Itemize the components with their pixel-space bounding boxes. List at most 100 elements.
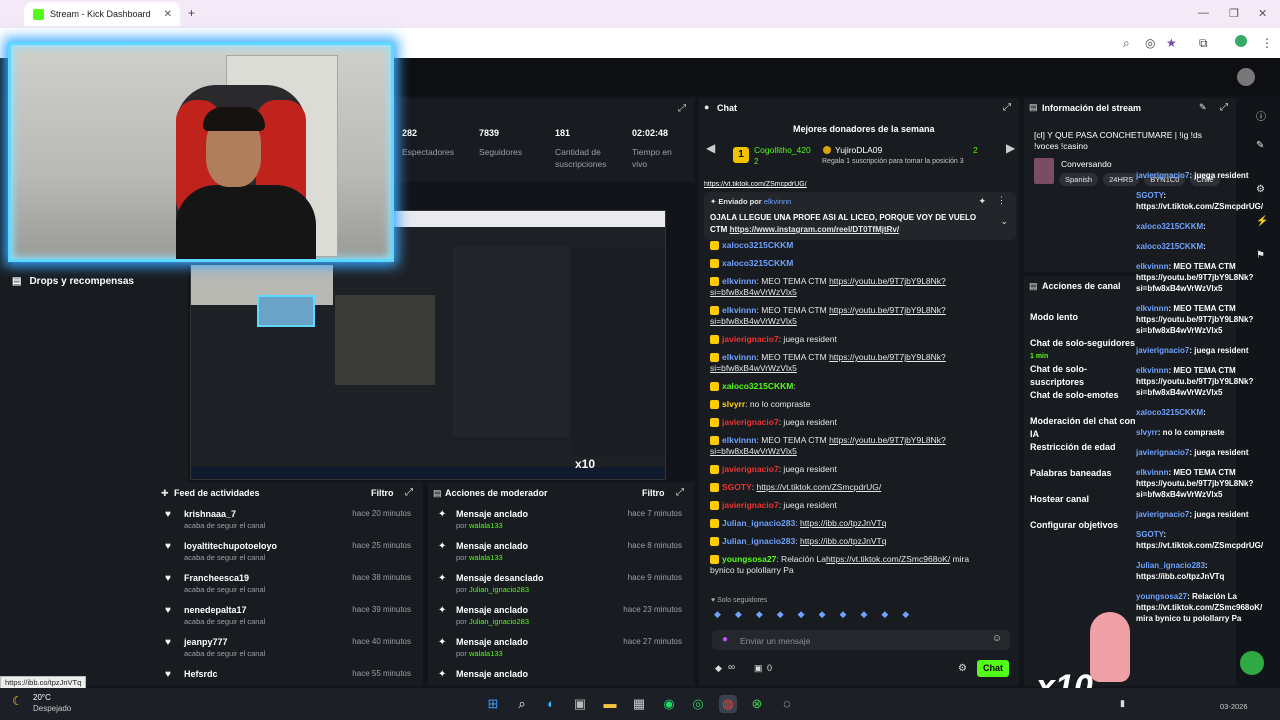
- chat-message[interactable]: javierignacio7: juega resident: [710, 464, 994, 475]
- app-icon[interactable]: ◌: [778, 695, 796, 713]
- chat-message[interactable]: slvyrr: no lo compraste: [710, 399, 994, 410]
- chat-username[interactable]: xaloco3215CKKM: [722, 258, 793, 268]
- send-chat-button[interactable]: Chat: [977, 660, 1009, 677]
- category-name[interactable]: Conversando: [1061, 159, 1112, 169]
- eye-off-icon[interactable]: ◎: [1145, 36, 1155, 50]
- drops-link[interactable]: ▤ Drops y recompensas: [12, 276, 134, 287]
- chat-message[interactable]: javierignacio7: juega resident: [710, 500, 994, 511]
- chat-message[interactable]: youngsosa27: Relación Lahttps://vt.tikto…: [710, 554, 994, 576]
- emote-bar[interactable]: ◆◆◆◆◆◆◆◆◆◆: [714, 609, 1014, 623]
- activity-item[interactable]: ♥ jeanpy777 acaba de seguir el canal hac…: [155, 634, 423, 666]
- channel-action-item[interactable]: Chat de solo-suscriptores: [1030, 363, 1140, 389]
- mod-action-item[interactable]: ✦ Mensaje anclado por walala133 hace 8 m…: [428, 538, 694, 570]
- chat-username[interactable]: elkvinnn: [722, 276, 756, 286]
- donors-prev-icon[interactable]: ◀: [706, 141, 715, 155]
- chat-username[interactable]: elkvinnn: [722, 435, 756, 445]
- chat-message[interactable]: elkvinnn: MEO TEMA CTM https://youtu.be/…: [710, 435, 994, 457]
- gift-icon[interactable]: ▣: [754, 663, 763, 674]
- chrome-icon[interactable]: ◍: [719, 695, 737, 713]
- mod-action-item[interactable]: ✦ Mensaje anclado: [428, 666, 694, 686]
- pencil-icon[interactable]: ✎: [1256, 140, 1264, 151]
- expand-icon[interactable]: ⤢: [678, 103, 686, 114]
- pinned-by-user[interactable]: elkvinnn: [764, 197, 792, 206]
- close-window-button[interactable]: ✕: [1258, 7, 1267, 20]
- expand-icon[interactable]: ⤢: [676, 487, 684, 498]
- chat-message[interactable]: elkvinnn: MEO TEMA CTM https://youtu.be/…: [710, 276, 994, 298]
- mod-user[interactable]: walala133: [469, 521, 503, 530]
- mod-user[interactable]: walala133: [469, 649, 503, 658]
- chat-message[interactable]: SGOTY: https://vt.tiktok.com/ZSmcpdrUG/: [710, 482, 994, 493]
- points-icon[interactable]: ◆: [715, 663, 722, 674]
- chat-username[interactable]: slvyrr: [722, 399, 745, 409]
- flag-icon[interactable]: ⚑: [1256, 250, 1265, 261]
- info-icon[interactable]: ⓘ: [1256, 108, 1266, 123]
- channel-action-item[interactable]: Moderación del chat con IA: [1030, 415, 1140, 441]
- chat-message[interactable]: Julian_ignacio283: https://ibb.co/tpzJnV…: [710, 518, 994, 529]
- chat-message[interactable]: xaloco3215CKKM: [710, 240, 994, 251]
- donor1-name[interactable]: Cogollitho_420: [754, 145, 811, 155]
- chat-link[interactable]: https://ibb.co/tpzJnVTq: [800, 518, 886, 528]
- app-icon[interactable]: ▦: [630, 695, 648, 713]
- file-explorer-icon[interactable]: ▬: [601, 695, 619, 713]
- edge-icon[interactable]: ◐: [542, 695, 560, 713]
- mod-action-item[interactable]: ✦ Mensaje anclado por walala133 hace 27 …: [428, 634, 694, 666]
- chat-username[interactable]: xaloco3215CKKM: [722, 381, 793, 391]
- maximize-button[interactable]: ❐: [1229, 7, 1239, 20]
- chat-username[interactable]: javierignacio7: [722, 464, 779, 474]
- chat-link[interactable]: https://vt.tiktok.com/ZSmcpdrUG/: [757, 482, 882, 492]
- pinned-link[interactable]: https://www.instagram.com/reel/DT0TfMjtR…: [730, 225, 900, 234]
- channel-action-item[interactable]: Hostear canal: [1030, 493, 1140, 519]
- activity-item[interactable]: ♥ krishnaaa_7 acaba de seguir el canal h…: [155, 506, 423, 538]
- mod-user[interactable]: Julian_ignacio283: [469, 617, 529, 626]
- channel-action-item[interactable]: Chat de solo-seguidores 1 min: [1030, 337, 1140, 363]
- expand-icon[interactable]: ⤢: [1220, 102, 1228, 113]
- donor2-name[interactable]: YujiroDLA09: [835, 145, 882, 155]
- chat-username[interactable]: javierignacio7: [722, 417, 779, 427]
- activity-item[interactable]: ♥ Hefsrdc hace 55 minutos: [155, 666, 423, 686]
- chat-message[interactable]: javierignacio7: juega resident: [710, 334, 994, 345]
- chat-username[interactable]: Julian_ignacio283: [722, 536, 795, 546]
- chat-message[interactable]: javierignacio7: juega resident: [710, 417, 994, 428]
- activity-item[interactable]: ♥ Francheesca19 acaba de seguir el canal…: [155, 570, 423, 602]
- extensions-icon[interactable]: ⧉: [1199, 36, 1208, 51]
- zoom-icon[interactable]: ⌕: [1123, 36, 1130, 51]
- browser-menu-icon[interactable]: ⋮: [1261, 36, 1273, 50]
- bookmark-star-icon[interactable]: ★: [1166, 36, 1177, 50]
- chat-settings-icon[interactable]: ⚙: [958, 663, 967, 674]
- whatsapp-icon[interactable]: ◎: [689, 695, 707, 713]
- mic-icon[interactable]: ▮: [1120, 698, 1125, 709]
- emoji-icon[interactable]: ☺: [992, 633, 1002, 644]
- settings-icon[interactable]: ⚙: [1256, 184, 1265, 195]
- profile-avatar[interactable]: [1235, 35, 1247, 47]
- chat-message[interactable]: Julian_ignacio283: https://ibb.co/tpzJnV…: [710, 536, 994, 547]
- spotify-icon[interactable]: ◉: [660, 695, 678, 713]
- new-tab-button[interactable]: +: [188, 6, 195, 20]
- chat-message[interactable]: elkvinnn: MEO TEMA CTM https://youtu.be/…: [710, 352, 994, 374]
- activity-filter-button[interactable]: Filtro: [371, 488, 394, 498]
- mod-action-item[interactable]: ✦ Mensaje desanclado por Julian_ignacio2…: [428, 570, 694, 602]
- chat-username[interactable]: youngsosa27: [722, 554, 776, 564]
- activity-item[interactable]: ♥ loyaltitechupotoeloyo acaba de seguir …: [155, 538, 423, 570]
- chat-top-link[interactable]: https://vt.tiktok.com/ZSmcpdrUG/: [704, 181, 1014, 189]
- minimize-button[interactable]: —: [1198, 7, 1209, 19]
- chat-link[interactable]: https://vt.tiktok.com/ZSmc968oK/: [826, 554, 950, 564]
- browser-tab[interactable]: Stream - Kick Dashboard ✕: [24, 2, 180, 26]
- windows-start-icon[interactable]: ⊞: [484, 695, 502, 713]
- channel-action-item[interactable]: Configurar objetivos: [1030, 519, 1140, 545]
- xbox-icon[interactable]: ⊗: [748, 695, 766, 713]
- close-tab-icon[interactable]: ✕: [164, 9, 172, 20]
- chat-input[interactable]: ● Enviar un mensaje ☺: [712, 630, 1010, 650]
- mod-user[interactable]: Julian_ignacio283: [469, 585, 529, 594]
- chat-username[interactable]: Julian_ignacio283: [722, 518, 795, 528]
- channel-action-item[interactable]: Restricción de edad: [1030, 441, 1140, 467]
- unpin-icon[interactable]: ✦: [978, 196, 986, 207]
- chat-username[interactable]: javierignacio7: [722, 334, 779, 344]
- mic-icon[interactable]: ●: [722, 634, 728, 645]
- tag[interactable]: Spanish: [1059, 173, 1099, 186]
- expand-icon[interactable]: ⤢: [405, 487, 413, 498]
- edit-icon[interactable]: ✎: [1199, 102, 1207, 113]
- chat-username[interactable]: SGOTY: [722, 482, 752, 492]
- pinned-collapse-icon[interactable]: ⌄: [1000, 216, 1008, 227]
- channel-action-item[interactable]: Modo lento: [1030, 311, 1140, 337]
- chat-username[interactable]: elkvinnn: [722, 352, 756, 362]
